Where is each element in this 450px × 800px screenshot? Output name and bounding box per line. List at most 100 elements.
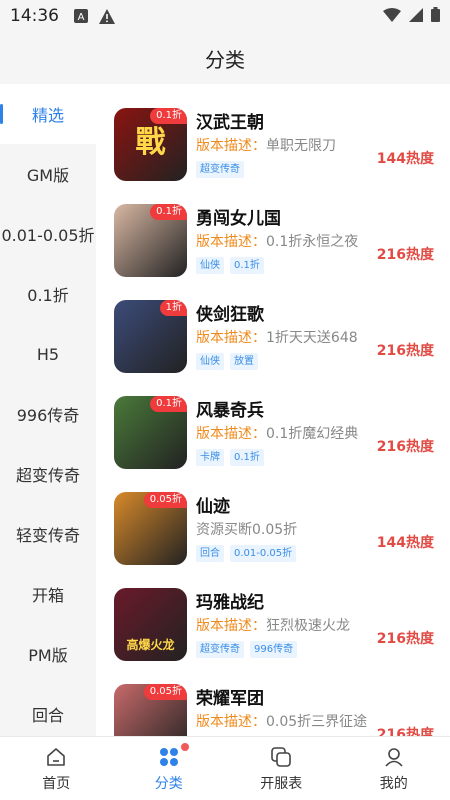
game-description: 版本描述：0.1折永恒之夜	[196, 231, 358, 251]
game-icon: 1折	[114, 300, 187, 373]
tag: 仙侠	[196, 257, 224, 274]
game-description: 版本描述：0.1折魔幻经典	[196, 423, 358, 443]
game-name: 勇闯女儿国	[196, 209, 281, 229]
page-title: 分类	[205, 47, 245, 72]
bottom-nav: 首页 分类 开服表 我的	[0, 736, 450, 800]
sidebar-item[interactable]: 回合	[0, 684, 96, 736]
nav-server-list-label: 开服表	[260, 775, 303, 792]
discount-badge: 0.1折	[150, 108, 187, 124]
page-header: 分类	[0, 32, 450, 84]
game-icon: 戰 0.1折	[114, 108, 187, 181]
game-description: 资源买断0.05折	[196, 519, 297, 539]
tag: 放置	[230, 353, 258, 370]
game-card[interactable]: 1折 侠剑狂歌 版本描述：1折天天送648 仙侠 放置 216热度	[96, 276, 450, 373]
description-text: 0.05折	[252, 522, 298, 538]
game-icon: 0.05折	[114, 492, 187, 565]
description-text: 0.05折三界征途	[266, 714, 368, 730]
description-text: 单职无限刀	[266, 138, 336, 154]
sidebar-item[interactable]: 精选	[0, 84, 96, 144]
signal-icon	[409, 7, 423, 26]
description-text: 1折天天送648	[266, 330, 358, 346]
tag: 0.01-0.05折	[230, 545, 297, 562]
game-card[interactable]: 高爆火龙 玛雅战纪 版本描述：狂烈极速火龙 超变传奇 996传奇 216热度	[96, 564, 450, 661]
game-description: 版本描述：0.05折三界征途	[196, 711, 367, 731]
sidebar-item-label: 0.1折	[27, 286, 69, 305]
sidebar-item[interactable]: H5	[0, 324, 96, 384]
discount-badge: 0.05折	[143, 684, 187, 700]
sidebar-item[interactable]: 轻变传奇	[0, 504, 96, 564]
game-card[interactable]: 0.1折 勇闯女儿国 版本描述：0.1折永恒之夜 仙侠 0.1折 216热度	[96, 180, 450, 277]
notification-a-icon: A	[73, 8, 89, 24]
nav-profile[interactable]: 我的	[338, 737, 450, 800]
game-description: 版本描述：1折天天送648	[196, 327, 358, 347]
heat-value: 216热度	[376, 727, 434, 736]
heat-value: 216热度	[376, 247, 434, 263]
nav-profile-label: 我的	[379, 775, 408, 792]
discount-badge: 0.05折	[143, 492, 187, 508]
sidebar-item[interactable]: GM版	[0, 144, 96, 204]
heat-value: 216热度	[376, 439, 434, 455]
game-card[interactable]: 0.1折 风暴奇兵 版本描述：0.1折魔幻经典 卡牌 0.1折 216热度	[96, 372, 450, 469]
description-text: 狂烈极速火龙	[266, 618, 350, 634]
heat-value: 216热度	[376, 631, 434, 647]
sidebar-item[interactable]: 超变传奇	[0, 444, 96, 504]
tag: 卡牌	[196, 449, 224, 466]
game-list: 戰 0.1折 汉武王朝 版本描述：单职无限刀 超变传奇 144热度 0.1折 勇闯女儿国 版本描…	[96, 84, 450, 736]
sidebar-item-label: 0.01-0.05折	[1, 226, 95, 245]
tag: 996传奇	[250, 641, 298, 658]
sidebar-item-label: 996传奇	[16, 406, 80, 425]
tag-list: 仙侠 0.1折	[196, 257, 264, 274]
sidebar-item[interactable]: 0.01-0.05折	[0, 204, 96, 264]
category-sidebar: 精选 GM版 0.01-0.05折 0.1折 H5 996传奇超变传奇轻变传奇开箱 PM版回…	[0, 84, 96, 736]
description-label: 版本描述：	[196, 234, 266, 250]
game-name: 荣耀军团	[196, 689, 264, 709]
sidebar-item-label: 精选	[31, 106, 64, 125]
game-name: 汉武王朝	[196, 113, 264, 133]
description-label: 版本描述：	[196, 618, 266, 634]
nav-home[interactable]: 首页	[0, 737, 113, 800]
description-label: 资源买断	[196, 522, 252, 538]
tag-list: 卡牌 0.1折	[196, 449, 264, 466]
nav-server-list[interactable]: 开服表	[225, 737, 338, 800]
discount-badge: 0.1折	[150, 204, 187, 220]
sidebar-item-label: 回合	[31, 706, 64, 725]
sidebar-item-label: H5	[36, 344, 60, 364]
sidebar-item-label: GM版	[26, 166, 70, 185]
game-icon: 0.1折	[114, 204, 187, 277]
nav-category-label: 分类	[154, 775, 183, 792]
game-description: 版本描述：狂烈极速火龙	[196, 615, 350, 635]
discount-badge: 0.1折	[150, 396, 187, 412]
tag: 仙侠	[196, 353, 224, 370]
sidebar-item[interactable]: PM版	[0, 624, 96, 684]
sidebar-item[interactable]: 开箱	[0, 564, 96, 624]
server-list-icon	[269, 745, 293, 769]
game-name: 侠剑狂歌	[196, 305, 264, 325]
sidebar-item-label: 轻变传奇	[15, 526, 80, 545]
warning-icon	[99, 8, 115, 24]
game-card[interactable]: 戰 0.1折 汉武王朝 版本描述：单职无限刀 超变传奇 144热度	[96, 84, 450, 181]
game-description: 版本描述：单职无限刀	[196, 135, 336, 155]
description-text: 0.1折魔幻经典	[266, 426, 359, 442]
game-icon: 高爆火龙	[114, 588, 187, 661]
profile-icon	[382, 745, 406, 769]
nav-home-label: 首页	[42, 775, 71, 792]
nav-category[interactable]: 分类	[113, 737, 226, 800]
description-text: 0.1折永恒之夜	[266, 234, 359, 250]
game-icon-text: 高爆火龙	[126, 638, 175, 652]
game-icon: 0.1折	[114, 396, 187, 469]
game-name: 玛雅战纪	[196, 593, 264, 613]
sidebar-item-label: 超变传奇	[15, 466, 80, 485]
sidebar-item-label: PM版	[28, 646, 68, 665]
discount-badge: 1折	[159, 300, 187, 316]
tag-list: 超变传奇 996传奇	[196, 641, 298, 658]
heat-value: 144热度	[376, 535, 434, 551]
sidebar-item[interactable]: 996传奇	[0, 384, 96, 444]
game-icon: 0.05折	[114, 684, 187, 736]
sidebar-item[interactable]: 0.1折	[0, 264, 96, 324]
heat-value: 144热度	[376, 151, 434, 167]
status-time: 14:36	[10, 6, 59, 26]
game-card[interactable]: 0.05折荣耀军团版本描述：0.05折三界征途卡牌0.01-0.05折216热度	[96, 660, 450, 736]
tag-list: 超变传奇	[196, 161, 244, 178]
notification-dot	[180, 742, 189, 751]
game-card[interactable]: 0.05折 仙迹 资源买断0.05折 回合 0.01-0.05折 144热度	[96, 468, 450, 565]
